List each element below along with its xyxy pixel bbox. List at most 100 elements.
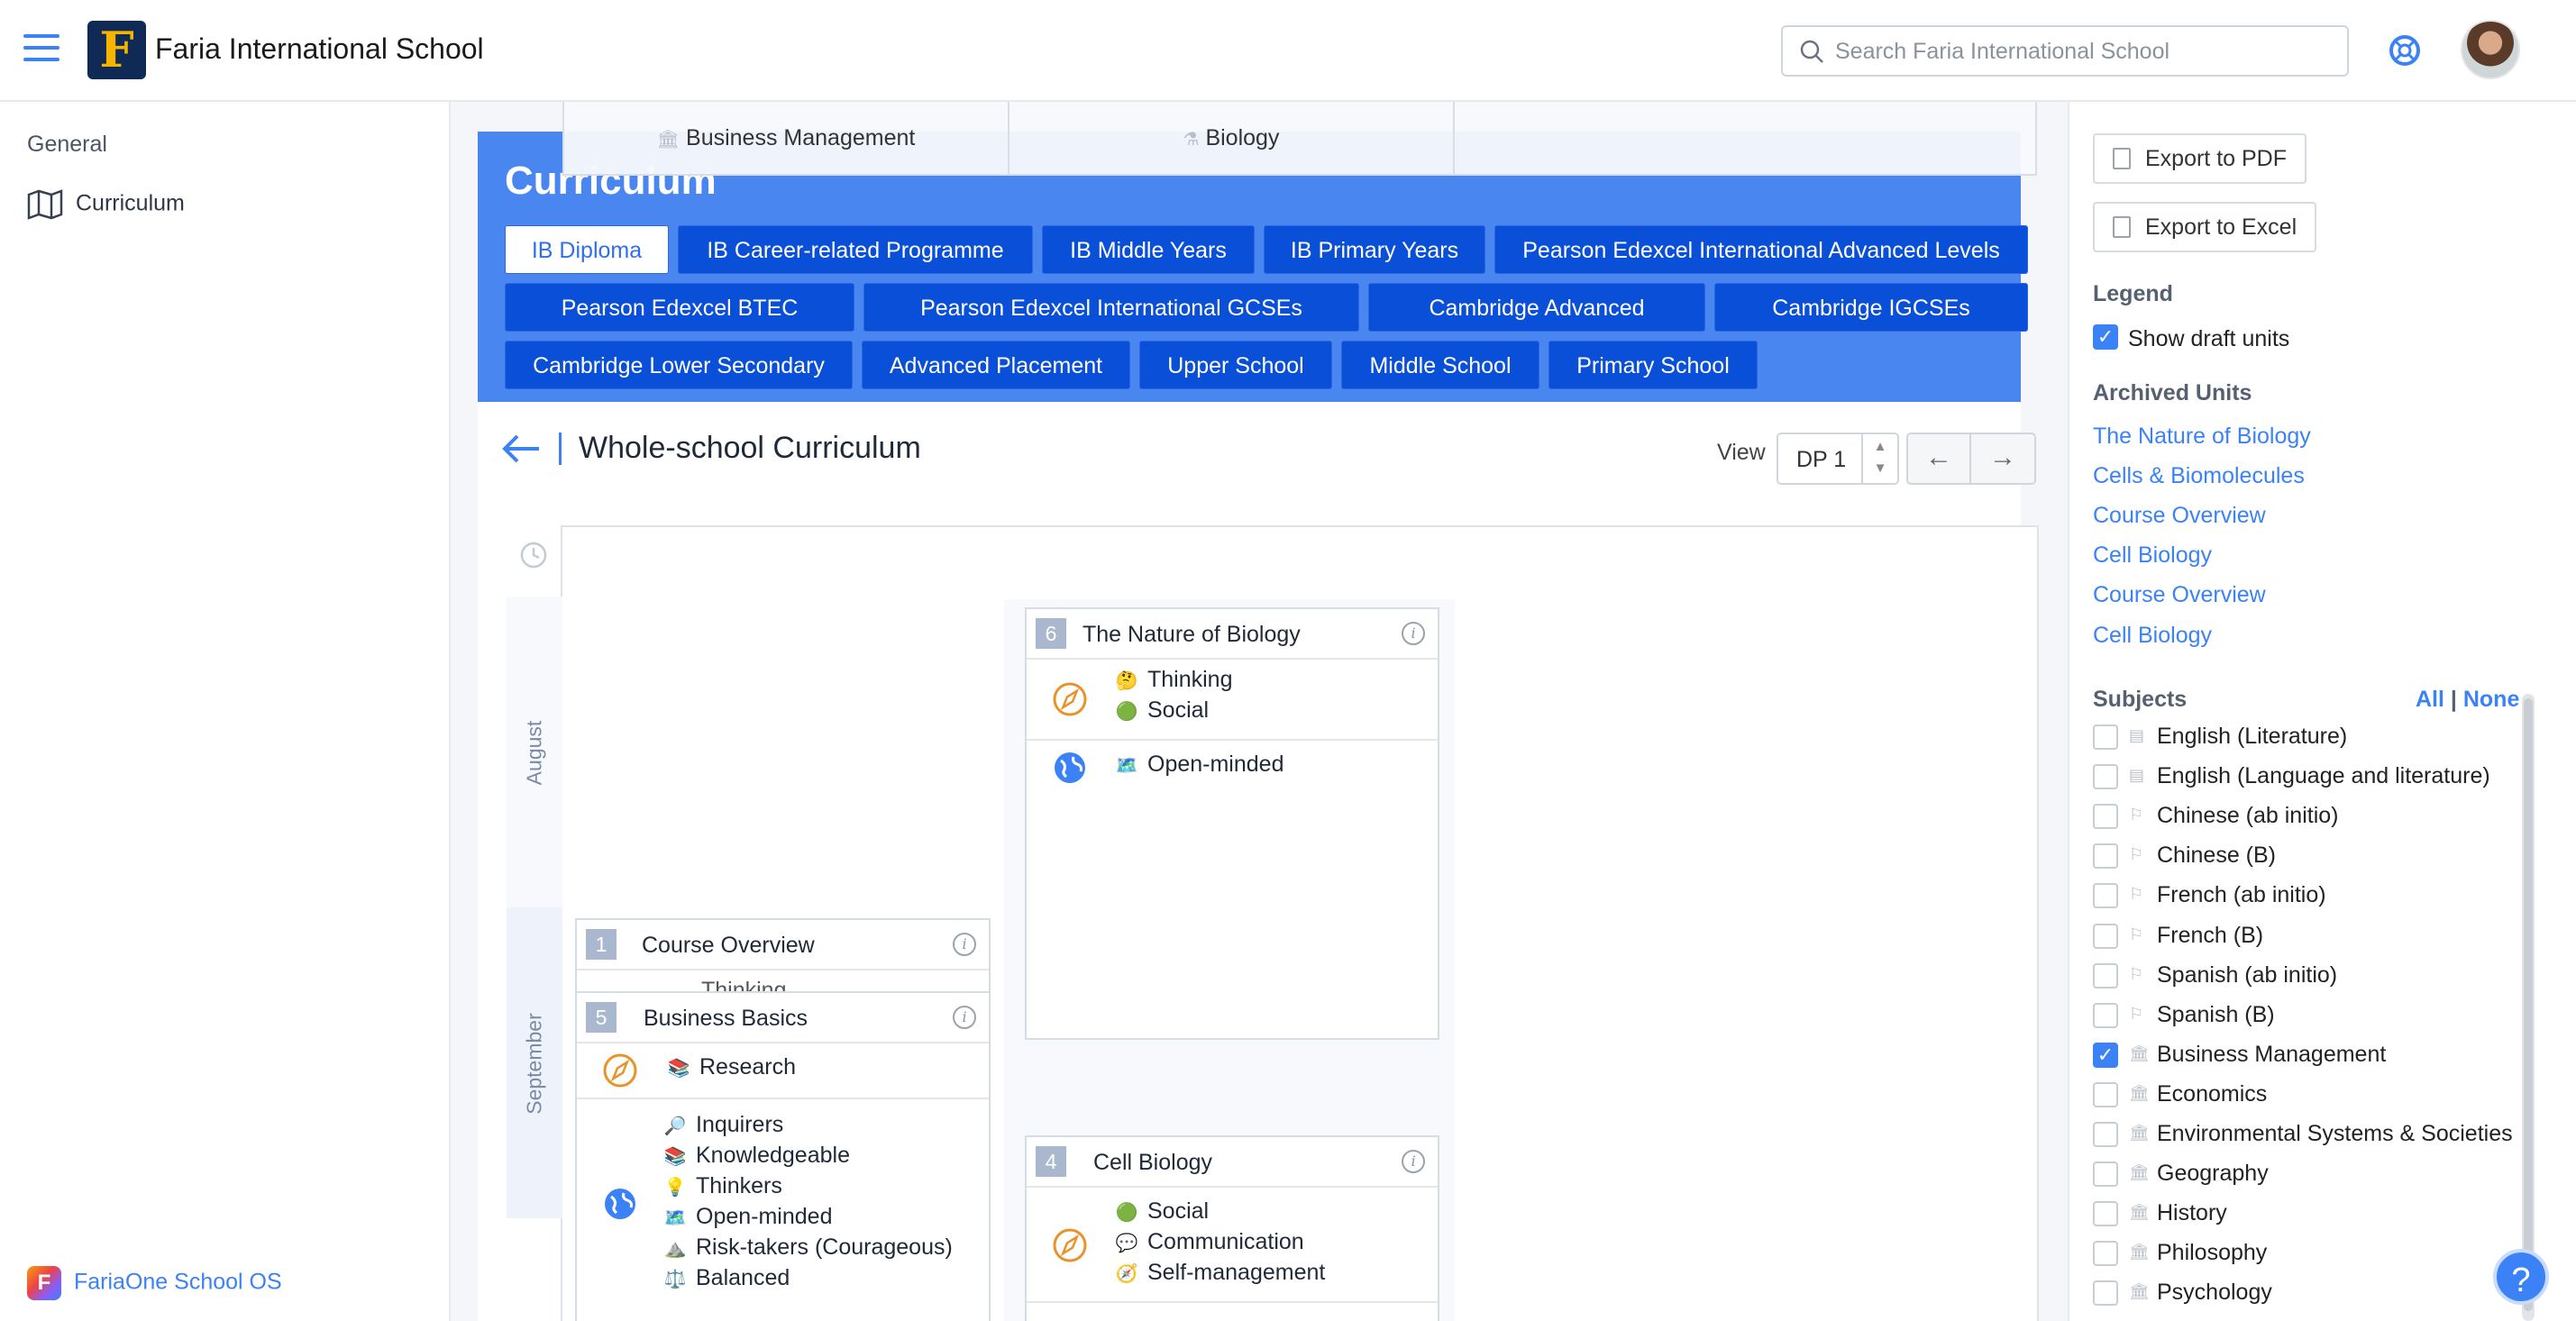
subject-label[interactable]: Psychology	[2157, 1280, 2272, 1306]
column-header-biology[interactable]: ⚗ Biology	[1009, 102, 1455, 174]
next-button[interactable]: →	[1971, 433, 2036, 485]
unit-title: The Nature of Biology	[1082, 622, 1301, 647]
subject-checkbox[interactable]	[2093, 1162, 2118, 1188]
subject-checkbox[interactable]	[2093, 1081, 2118, 1107]
export-pdf-button[interactable]: Export to PDF	[2093, 133, 2307, 184]
subject-label[interactable]: Chinese (B)	[2157, 843, 2276, 869]
stepper-icon[interactable]: ▲ ▼	[1861, 434, 1897, 483]
subject-label[interactable]: Environmental Systems & Societies	[2157, 1121, 2513, 1147]
export-excel-button[interactable]: Export to Excel	[2093, 202, 2317, 252]
subject-label[interactable]: Philosophy	[2157, 1240, 2267, 1266]
school-logo[interactable]: F	[87, 21, 146, 79]
profile-label: Open-minded	[696, 1204, 833, 1229]
archived-unit-link[interactable]: The Nature of Biology	[2093, 424, 2311, 450]
subject-checkbox[interactable]	[2093, 804, 2118, 830]
programme-tab-middle-school[interactable]: Middle School	[1341, 341, 1539, 389]
search-box[interactable]	[1781, 25, 2349, 77]
subject-checkbox[interactable]	[2093, 962, 2118, 988]
subject-label[interactable]: Economics	[2157, 1081, 2267, 1107]
skill-label: Communication	[1147, 1229, 1304, 1254]
subject-label[interactable]: French (B)	[2157, 923, 2263, 949]
subject-checkbox[interactable]	[2093, 1201, 2118, 1227]
unit-card-nature-of-biology[interactable]: 6 The Nature of Biology i 🤔 Thinking 🟢 Soc…	[1025, 607, 1439, 1040]
school-name[interactable]: Faria International School	[155, 32, 484, 66]
info-icon[interactable]: i	[1402, 1150, 1425, 1173]
subject-checkbox[interactable]: ✓	[2093, 1042, 2118, 1068]
programme-tab-ib-diploma[interactable]: IB Diploma	[505, 225, 669, 274]
programme-tab-cambridge-lower-secondary[interactable]: Cambridge Lower Secondary	[505, 341, 853, 389]
programme-tab-cambridge-igcse[interactable]: Cambridge IGCSEs	[1714, 283, 2028, 332]
back-arrow-icon[interactable]	[501, 433, 541, 465]
programme-tab-edexcel-igcse[interactable]: Pearson Edexcel International GCSEs	[863, 283, 1359, 332]
bank-icon: 🏛	[2129, 1163, 2150, 1182]
programme-tab-upper-school[interactable]: Upper School	[1139, 341, 1332, 389]
select-none-link[interactable]: None	[2463, 687, 2520, 712]
unit-card-cell-biology[interactable]: 4 Cell Biology i 🟢 Social 💬 Communication …	[1025, 1135, 1439, 1321]
info-icon[interactable]: i	[1402, 622, 1425, 645]
subject-label[interactable]: English (Literature)	[2157, 724, 2347, 750]
subject-label[interactable]: French (ab initio)	[2157, 882, 2326, 908]
view-select-value: DP 1	[1796, 447, 1847, 472]
prev-button[interactable]: ←	[1906, 433, 1971, 485]
skill-item: 📚 Research	[665, 1054, 796, 1080]
subject-label[interactable]: English (Language and literature)	[2157, 763, 2490, 789]
bank-icon: 🏛	[2129, 1124, 2150, 1142]
subject-checkbox[interactable]	[2093, 923, 2118, 949]
subject-label[interactable]: Geography	[2157, 1161, 2269, 1187]
info-icon[interactable]: i	[953, 1006, 976, 1029]
select-all-link[interactable]: All	[2416, 687, 2444, 712]
subject-label[interactable]: Business Management	[2157, 1042, 2386, 1068]
excel-file-icon	[2113, 216, 2131, 238]
archived-unit-link[interactable]: Cells & Biomolecules	[2093, 463, 2305, 489]
subject-checkbox[interactable]	[2093, 1122, 2118, 1147]
subject-checkbox[interactable]	[2093, 883, 2118, 909]
subject-label[interactable]: History	[2157, 1200, 2227, 1226]
unit-card-business-basics[interactable]: 5 Business Basics i 📚 Research 🔎 Inquirers…	[575, 991, 991, 1321]
view-select[interactable]: DP 1 ▲ ▼	[1777, 433, 1899, 485]
profile-label: Thinkers	[696, 1173, 782, 1198]
export-pdf-label: Export to PDF	[2145, 146, 2287, 171]
export-excel-label: Export to Excel	[2145, 214, 2297, 240]
archived-unit-link[interactable]: Course Overview	[2093, 582, 2266, 608]
subject-checkbox[interactable]	[2093, 724, 2118, 750]
profile-label: Open-minded	[1147, 752, 1284, 777]
archived-unit-link[interactable]: Course Overview	[2093, 503, 2266, 529]
programme-tab-cambridge-advanced[interactable]: Cambridge Advanced	[1368, 283, 1705, 332]
lifebuoy-icon[interactable]	[2388, 33, 2422, 68]
programme-tab-ib-career[interactable]: IB Career-related Programme	[678, 225, 1033, 274]
book-icon: ▤	[2129, 766, 2145, 785]
social-icon: 🟢	[1115, 1203, 1138, 1223]
sidebar-item-curriculum[interactable]: Curriculum	[27, 189, 185, 220]
subject-checkbox[interactable]	[2093, 1241, 2118, 1267]
show-draft-label[interactable]: Show draft units	[2128, 326, 2289, 352]
archived-unit-link[interactable]: Cell Biology	[2093, 542, 2212, 569]
column-header-business-management[interactable]: 🏛 Business Management	[564, 102, 1009, 174]
programme-tab-ib-myp[interactable]: IB Middle Years	[1042, 225, 1255, 274]
info-icon[interactable]: i	[953, 933, 976, 956]
subject-label[interactable]: Spanish (B)	[2157, 1002, 2275, 1028]
subject-checkbox[interactable]	[2093, 764, 2118, 790]
self-management-icon: 🧭	[1115, 1264, 1138, 1284]
subject-checkbox[interactable]	[2093, 1002, 2118, 1028]
subjects-scrollbar-thumb[interactable]	[2524, 698, 2533, 1311]
fariaone-link[interactable]: F FariaOne School OS	[27, 1266, 282, 1300]
subject-label[interactable]: Chinese (ab initio)	[2157, 803, 2339, 829]
show-draft-checkbox[interactable]: ✓	[2093, 324, 2118, 350]
menu-icon[interactable]	[23, 34, 59, 65]
subject-label[interactable]: Spanish (ab initio)	[2157, 962, 2337, 988]
knowledgeable-icon: 📚	[663, 1147, 687, 1167]
subject-checkbox[interactable]	[2093, 843, 2118, 870]
programme-tab-advanced-placement[interactable]: Advanced Placement	[862, 341, 1130, 389]
search-input[interactable]	[1835, 34, 2340, 68]
programme-tab-edexcel-btec[interactable]: Pearson Edexcel BTEC	[505, 283, 854, 332]
subject-checkbox[interactable]	[2093, 1280, 2118, 1307]
archived-heading: Archived Units	[2093, 380, 2252, 405]
programme-tab-edexcel-ial[interactable]: Pearson Edexcel International Advanced L…	[1494, 225, 2028, 274]
view-label: View	[1717, 440, 1766, 465]
archived-unit-link[interactable]: Cell Biology	[2093, 623, 2212, 649]
programme-tab-ib-pyp[interactable]: IB Primary Years	[1264, 225, 1485, 274]
programme-tab-primary-school[interactable]: Primary School	[1548, 341, 1758, 389]
help-button[interactable]: ?	[2493, 1249, 2549, 1305]
column-header-label: Biology	[1205, 125, 1280, 150]
avatar[interactable]	[2461, 20, 2520, 79]
